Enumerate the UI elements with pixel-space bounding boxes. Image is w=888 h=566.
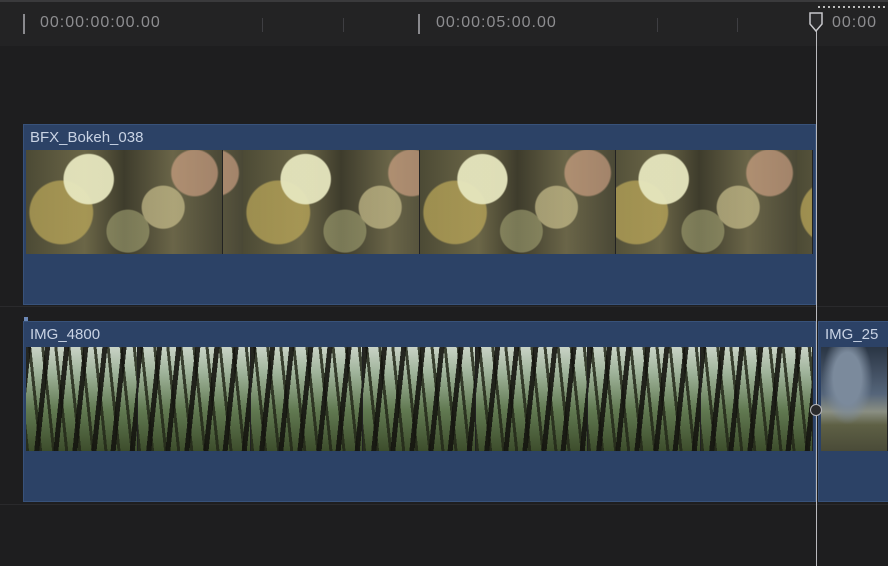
- filmstrip-frame: [616, 150, 813, 254]
- ruler-major-tick: [23, 14, 25, 34]
- ruler-timecode-start: 00:00:00:00.00: [40, 14, 161, 31]
- filmstrip-frame: [588, 347, 701, 451]
- clip-img-25[interactable]: IMG_25: [818, 321, 888, 502]
- edit-point-knob-icon[interactable]: [810, 404, 822, 416]
- filmstrip-frame: [222, 150, 420, 254]
- clip-name: BFX_Bokeh_038: [30, 129, 144, 146]
- filmstrip-frame: [821, 347, 888, 451]
- clip-img-4800[interactable]: IMG_4800: [23, 321, 816, 502]
- clip-filmstrip: [26, 150, 813, 254]
- filmstrip-frame: [475, 347, 589, 451]
- filmstrip-frame: [250, 347, 364, 451]
- timeline-ruler[interactable]: 00:00:00:00.00 00:00:05:00.00 00:00: [0, 0, 888, 46]
- filmstrip-frame: [26, 347, 139, 451]
- ruler-minor-tick: [343, 18, 344, 32]
- clip-name: IMG_4800: [30, 326, 101, 343]
- clip-name: IMG_25: [825, 326, 879, 343]
- playhead-range-indicator: [818, 6, 888, 8]
- filmstrip-frame: [363, 347, 476, 451]
- filmstrip-frame: [419, 150, 617, 254]
- playhead-marker-icon[interactable]: [809, 12, 823, 32]
- ruler-timecode-5s: 00:00:05:00.00: [436, 14, 557, 31]
- clip-bokeh[interactable]: BFX_Bokeh_038: [23, 124, 816, 305]
- filmstrip-frame: [138, 347, 251, 451]
- ruler-timecode-10s: 00:00: [832, 14, 878, 31]
- ruler-minor-tick: [737, 18, 738, 32]
- playhead-line[interactable]: [816, 14, 817, 566]
- clip-filmstrip: [821, 347, 888, 451]
- filmstrip-frame: [26, 150, 223, 254]
- filmstrip-frame: [700, 347, 813, 451]
- ruler-minor-tick: [262, 18, 263, 32]
- lane-divider: [0, 306, 888, 307]
- lane-divider: [0, 504, 888, 505]
- ruler-major-tick: [418, 14, 420, 34]
- clip-filmstrip: [26, 347, 813, 451]
- ruler-minor-tick: [657, 18, 658, 32]
